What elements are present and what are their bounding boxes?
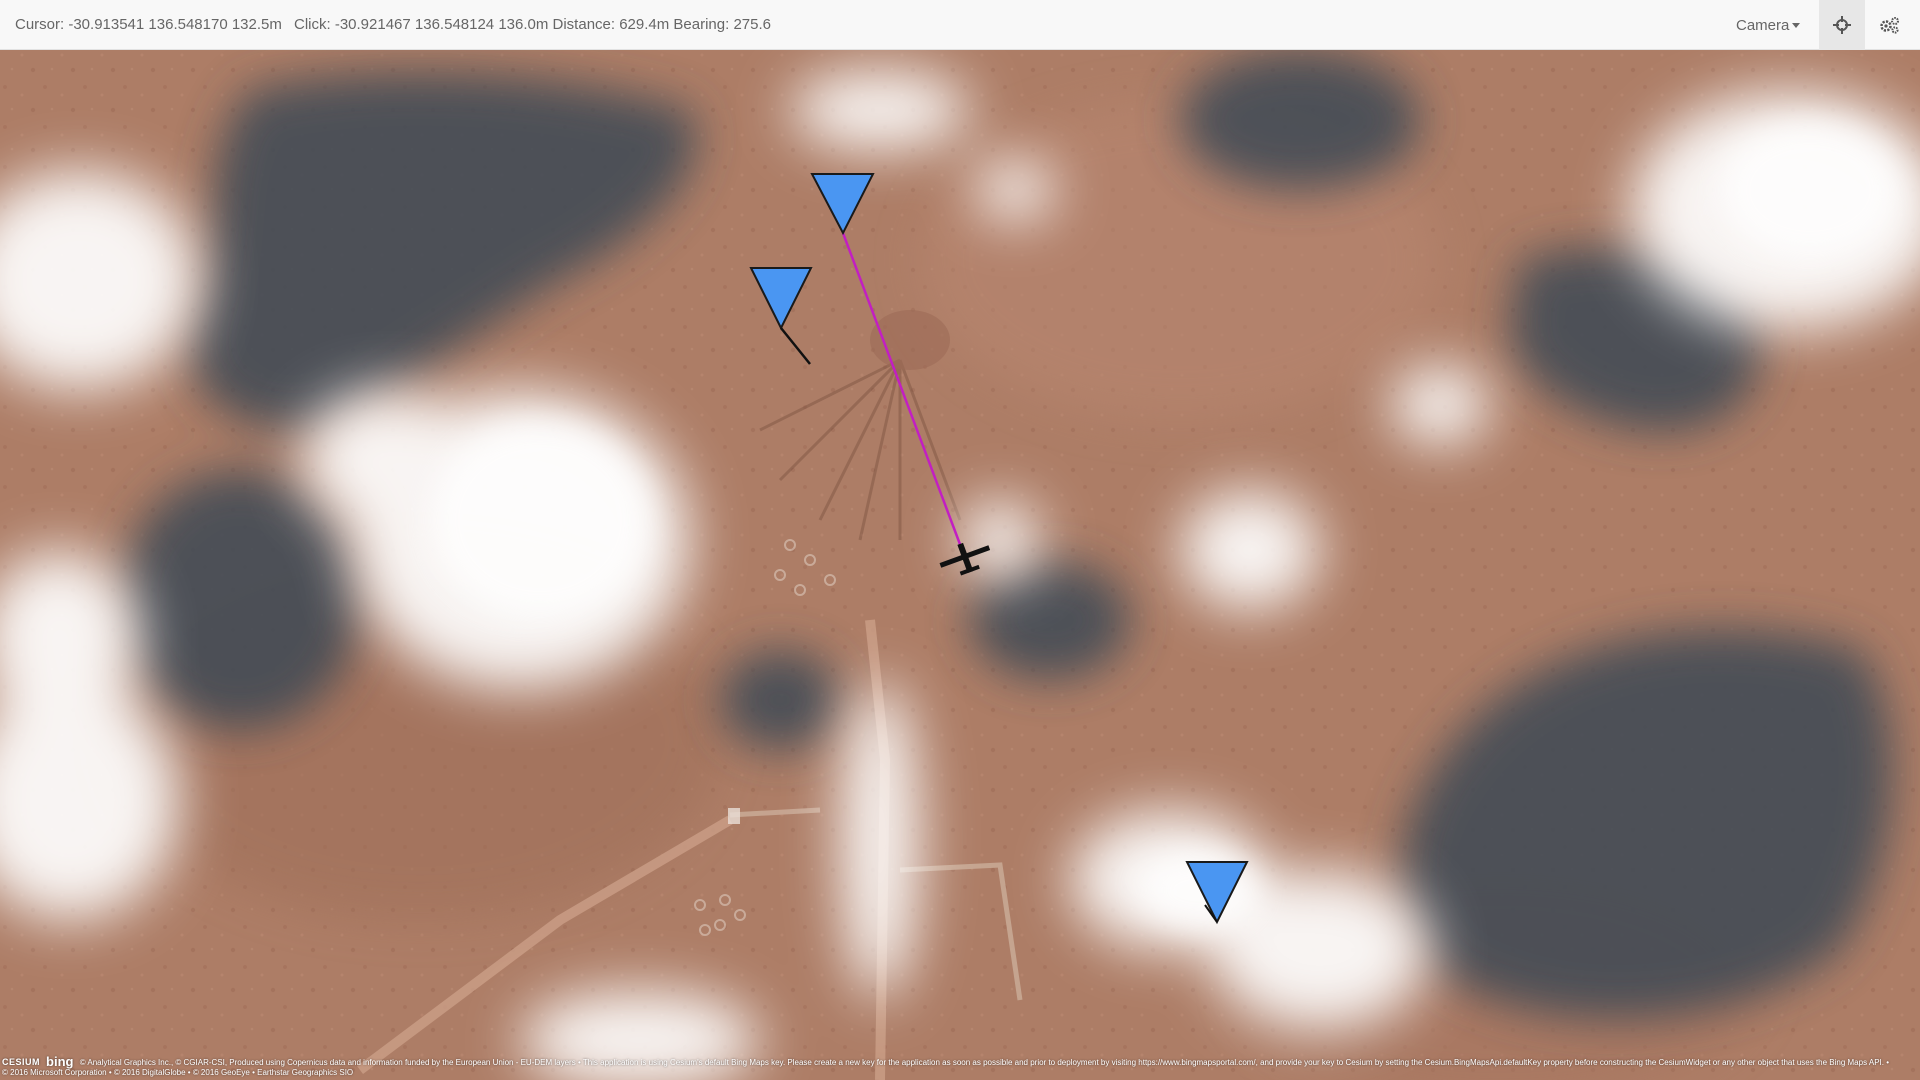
credits-text-line-2: © 2016 Microsoft Corporation • © 2016 Di… <box>2 1068 354 1077</box>
crosshair-button[interactable] <box>1819 0 1865 50</box>
toolbar: Cursor: -30.913541 136.548170 132.5m Cli… <box>0 0 1920 50</box>
satellite-imagery <box>0 50 1920 1080</box>
crosshair-icon <box>1833 16 1851 34</box>
gears-icon <box>1880 17 1899 34</box>
camera-dropdown[interactable]: Camera <box>1736 0 1816 50</box>
cursor-readout: Cursor: -30.913541 136.548170 132.5m <box>15 16 282 33</box>
caret-down-icon <box>1792 22 1801 28</box>
map-credits: CESIUM bing © Analytical Graphics Inc., … <box>0 1055 1920 1080</box>
settings-button[interactable] <box>1866 0 1912 50</box>
map-viewport[interactable] <box>0 50 1920 1080</box>
click-readout: Click: -30.921467 136.548124 136.0m Dist… <box>294 16 771 33</box>
credit-logos: CESIUM bing <box>2 1055 73 1068</box>
cesium-logo[interactable]: CESIUM <box>2 1057 40 1067</box>
credits-text-line-1: © Analytical Graphics Inc., © CGIAR-CSI,… <box>79 1058 1890 1067</box>
bing-logo[interactable]: bing <box>46 1055 73 1068</box>
camera-dropdown-label: Camera <box>1736 16 1790 34</box>
